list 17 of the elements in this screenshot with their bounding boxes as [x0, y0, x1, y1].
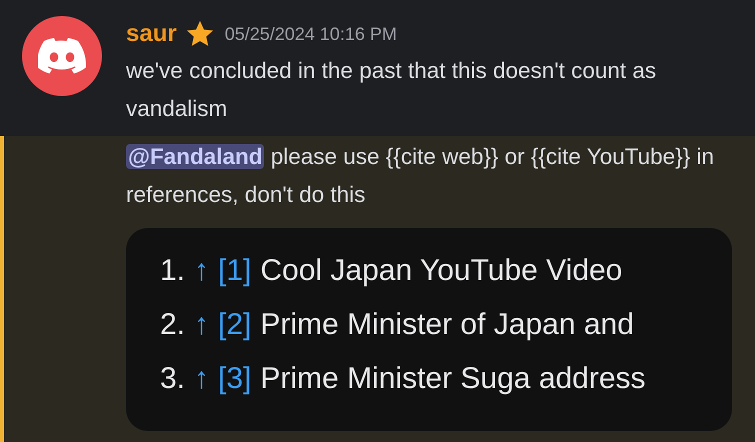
message-text: @Fandaland please use {{cite web}} or {{cite YouTube}} in references, don't do this: [126, 143, 715, 209]
timestamp: 05/25/2024 10:16 PM: [224, 22, 397, 46]
reference-title: Prime Minister Suga address: [260, 361, 646, 397]
list-number: 2.: [160, 307, 186, 343]
list-number: 1.: [160, 253, 186, 289]
up-arrow[interactable]: ↑: [194, 298, 210, 352]
message-text: we've concluded in the past that this doesn't count as vandalism: [126, 57, 658, 123]
user-mention[interactable]: @Fandaland: [126, 144, 264, 169]
up-arrow[interactable]: ↑: [194, 244, 210, 298]
author-name: saur: [126, 19, 177, 49]
reference-link[interactable]: [3]: [218, 352, 252, 406]
reference-link[interactable]: [1]: [218, 244, 252, 298]
reference-title: Cool Japan YouTube Video: [260, 253, 622, 289]
list-number: 3.: [160, 361, 186, 397]
up-arrow[interactable]: ↑: [194, 352, 210, 406]
reference-link[interactable]: [2]: [218, 298, 252, 352]
reference-title: Prime Minister of Japan and: [260, 307, 634, 343]
